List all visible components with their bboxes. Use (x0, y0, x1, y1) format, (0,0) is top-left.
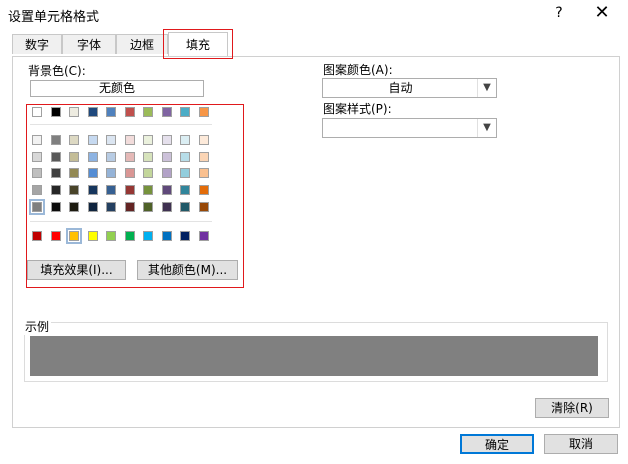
pattern-color-label: 图案颜色(A): (323, 63, 393, 77)
tint-color-swatch[interactable] (162, 185, 172, 195)
palette-divider (30, 221, 212, 222)
tint-color-swatch[interactable] (51, 168, 61, 178)
close-icon[interactable]: ✕ (590, 2, 614, 24)
background-color-label: 背景色(C): (28, 64, 86, 78)
tint-color-swatch[interactable] (125, 152, 135, 162)
tint-color-swatch[interactable] (106, 152, 116, 162)
tint-color-swatch[interactable] (88, 202, 98, 212)
window-title: 设置单元格格式 (8, 10, 100, 25)
theme-color-swatch[interactable] (106, 107, 116, 117)
tint-color-swatch[interactable] (180, 152, 190, 162)
standard-color-swatch[interactable] (66, 228, 82, 244)
standard-color-swatch[interactable] (88, 231, 98, 241)
tint-color-swatch[interactable] (162, 135, 172, 145)
tab-font[interactable]: 字体 (62, 34, 116, 54)
standard-color-swatch[interactable] (32, 231, 42, 241)
tint-color-swatch[interactable] (143, 152, 153, 162)
tint-color-swatch[interactable] (125, 185, 135, 195)
theme-color-swatch[interactable] (143, 107, 153, 117)
tint-color-swatch[interactable] (143, 202, 153, 212)
tint-color-swatch[interactable] (125, 135, 135, 145)
theme-color-swatch[interactable] (51, 107, 61, 117)
tint-color-swatch[interactable] (162, 152, 172, 162)
cancel-button[interactable]: 取消 (544, 434, 618, 454)
standard-color-swatch[interactable] (199, 231, 209, 241)
help-icon[interactable]: ? (548, 2, 570, 24)
standard-color-swatch[interactable] (143, 231, 153, 241)
theme-color-swatch[interactable] (180, 107, 190, 117)
tint-color-swatch[interactable] (69, 185, 79, 195)
tint-color-swatch[interactable] (88, 135, 98, 145)
pattern-color-select[interactable]: 自动 ▼ (322, 78, 497, 98)
tint-color-swatch[interactable] (88, 152, 98, 162)
tint-color-swatch[interactable] (32, 135, 42, 145)
standard-color-swatch[interactable] (51, 231, 61, 241)
pattern-color-value: 自动 (388, 81, 413, 95)
more-colors-button[interactable]: 其他颜色(M)... (137, 260, 238, 280)
theme-color-swatch[interactable] (125, 107, 135, 117)
tint-color-swatch[interactable] (199, 168, 209, 178)
no-color-button[interactable]: 无颜色 (30, 80, 204, 97)
tint-color-swatch[interactable] (180, 168, 190, 178)
tint-color-swatch[interactable] (69, 135, 79, 145)
tab-border[interactable]: 边框 (116, 34, 168, 54)
tint-color-swatch[interactable] (32, 185, 42, 195)
tint-color-swatch[interactable] (106, 168, 116, 178)
tint-color-swatch[interactable] (106, 202, 116, 212)
tint-color-swatch[interactable] (32, 168, 42, 178)
theme-color-swatch[interactable] (32, 107, 42, 117)
standard-color-swatch[interactable] (162, 231, 172, 241)
standard-color-swatch[interactable] (180, 231, 190, 241)
fill-effects-button[interactable]: 填充效果(I)... (27, 260, 126, 280)
theme-color-swatch[interactable] (69, 107, 79, 117)
tint-color-swatch[interactable] (88, 168, 98, 178)
tint-color-swatch[interactable] (199, 152, 209, 162)
tint-color-swatch[interactable] (180, 202, 190, 212)
clear-button[interactable]: 清除(R) (535, 398, 609, 418)
standard-color-swatch[interactable] (106, 231, 116, 241)
tint-color-swatch[interactable] (51, 152, 61, 162)
tint-color-swatch[interactable] (106, 185, 116, 195)
palette-divider (30, 124, 212, 125)
tint-color-swatch[interactable] (69, 152, 79, 162)
sample-label: 示例 (23, 318, 52, 335)
tint-color-swatch[interactable] (180, 135, 190, 145)
theme-color-swatch[interactable] (162, 107, 172, 117)
tint-color-swatch[interactable] (51, 135, 61, 145)
tint-color-swatch[interactable] (69, 202, 79, 212)
tab-number[interactable]: 数字 (12, 34, 62, 54)
theme-color-swatch[interactable] (88, 107, 98, 117)
pattern-style-label: 图案样式(P): (323, 102, 392, 116)
chevron-down-icon[interactable]: ▼ (477, 119, 496, 137)
tint-color-swatch[interactable] (199, 185, 209, 195)
tint-color-swatch[interactable] (143, 168, 153, 178)
tint-color-swatch[interactable] (51, 185, 61, 195)
pattern-style-select[interactable]: ▼ (322, 118, 497, 138)
tint-color-swatch[interactable] (199, 135, 209, 145)
tab-fill-highlight (163, 29, 233, 59)
tint-color-swatch[interactable] (51, 202, 61, 212)
standard-color-swatch[interactable] (125, 231, 135, 241)
tint-color-swatch[interactable] (143, 185, 153, 195)
tint-color-swatch[interactable] (125, 202, 135, 212)
tint-color-swatch[interactable] (88, 185, 98, 195)
tint-color-swatch[interactable] (69, 168, 79, 178)
ok-button[interactable]: 确定 (460, 434, 534, 454)
chevron-down-icon[interactable]: ▼ (477, 79, 496, 97)
tint-color-swatch[interactable] (143, 135, 153, 145)
tint-color-swatch[interactable] (162, 168, 172, 178)
sample-preview (30, 336, 598, 376)
tint-color-swatch[interactable] (180, 185, 190, 195)
tint-color-swatch[interactable] (32, 152, 42, 162)
tint-color-swatch[interactable] (125, 168, 135, 178)
tint-color-swatch[interactable] (199, 202, 209, 212)
theme-color-swatch[interactable] (199, 107, 209, 117)
tint-color-swatch[interactable] (106, 135, 116, 145)
tint-color-swatch[interactable] (162, 202, 172, 212)
tint-color-swatch[interactable] (29, 199, 45, 215)
